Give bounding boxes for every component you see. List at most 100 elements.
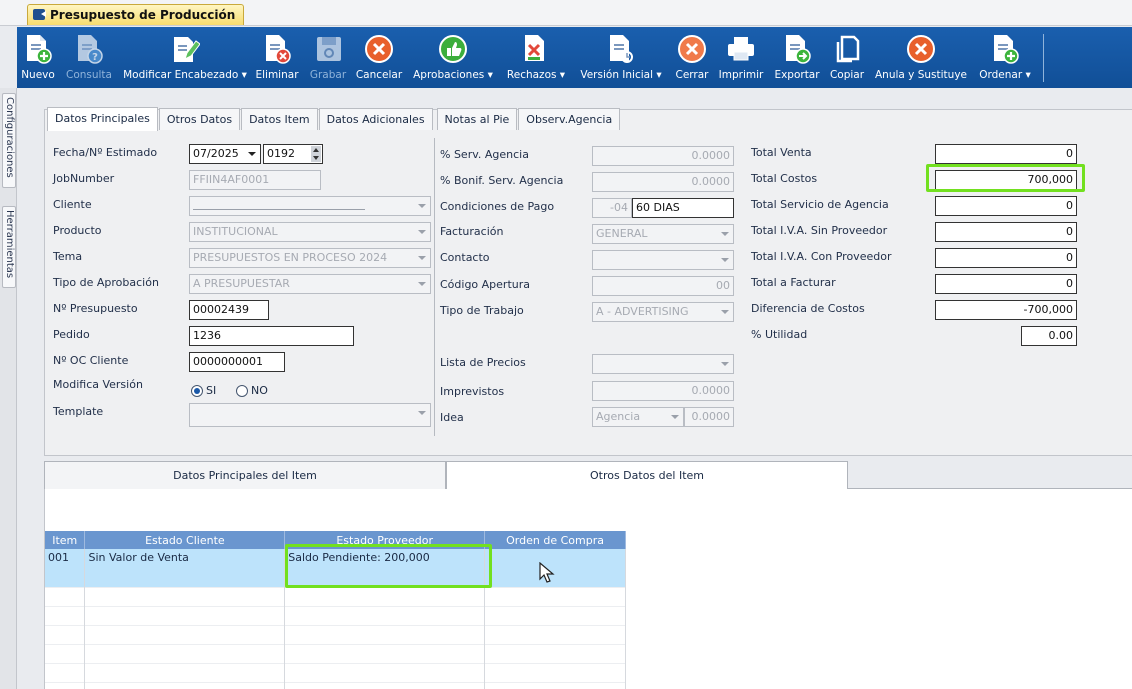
contacto-select[interactable] [592, 250, 734, 270]
bonif-field[interactable]: 0.0000 [592, 172, 734, 192]
radio-no[interactable]: NO [236, 384, 268, 397]
presupuesto-field[interactable]: 00002439 [189, 300, 269, 320]
condiciones-code-field[interactable]: -04 [592, 198, 632, 218]
anula-sustituye-button[interactable]: Anula y Sustituye [869, 27, 973, 88]
table-row-empty [45, 643, 626, 663]
grabar-button[interactable]: Grabar [303, 27, 353, 88]
facturacion-select[interactable]: GENERAL [592, 224, 734, 244]
thumbs-up-icon [435, 32, 471, 66]
version-inicial-label: Versión Inicial ▾ [580, 69, 662, 81]
grid-header-item[interactable]: Item [45, 531, 86, 549]
producto-select[interactable]: INSTITUCIONAL [189, 222, 431, 242]
total-venta-field[interactable]: 0 [935, 144, 1077, 164]
doc-version-icon [603, 32, 639, 66]
rechazos-label: Rechazos ▾ [506, 69, 566, 81]
grid-header-estado-cliente[interactable]: Estado Cliente [84, 531, 286, 549]
chevron-down-icon [416, 225, 428, 239]
copiar-button[interactable]: Copiar [825, 27, 869, 88]
tab-otros-datos[interactable]: Otros Datos [158, 108, 241, 130]
toolbar: Nuevo ? Consulta Modificar Encabezado ▾ … [17, 27, 1132, 88]
idea-select[interactable]: Agencia [592, 407, 684, 427]
exportar-button[interactable]: Exportar [769, 27, 825, 88]
chevron-down-icon [669, 410, 681, 424]
eliminar-button[interactable]: Eliminar [251, 27, 303, 88]
presupuesto-label: Nº Presupuesto [53, 302, 138, 315]
total-costos-highlight [926, 164, 1085, 192]
iva-con-proveedor-field[interactable]: 0 [935, 248, 1077, 268]
table-row-empty [45, 681, 626, 689]
doc-plus-icon [20, 32, 56, 66]
estimado-value: 0192 [267, 147, 295, 160]
imprimir-button[interactable]: Imprimir [713, 27, 769, 88]
iva-sin-proveedor-field[interactable]: 0 [935, 222, 1077, 242]
imprevistos-field[interactable]: 0.0000 [592, 381, 734, 401]
total-servicio-field[interactable]: 0 [935, 196, 1077, 216]
lista-precios-select[interactable] [592, 354, 734, 374]
rechazos-button[interactable]: Rechazos ▾ [501, 27, 571, 88]
chevron-down-icon [416, 277, 428, 291]
cliente-select[interactable] [189, 196, 431, 216]
cancelar-button[interactable]: Cancelar [353, 27, 405, 88]
svg-text:?: ? [92, 52, 98, 63]
radio-no-label: NO [251, 384, 268, 397]
copiar-label: Copiar [829, 69, 865, 81]
chevron-down-icon [416, 251, 428, 265]
total-servicio-label: Total Servicio de Agencia [751, 198, 889, 211]
template-select[interactable] [189, 403, 431, 427]
tema-select[interactable]: PRESUPUESTOS EN PROCESO 2024 [189, 248, 431, 268]
ordenar-button[interactable]: Ordenar ▾ [973, 27, 1037, 88]
total-facturar-field[interactable]: 0 [935, 274, 1077, 294]
radio-empty-icon [236, 384, 248, 397]
template-label: Template [53, 405, 104, 418]
idea-number-field[interactable]: 0.0000 [684, 407, 734, 427]
pedido-field[interactable]: 1236 [189, 326, 354, 346]
tab-notas-al-pie[interactable]: Notas al Pie [436, 108, 518, 130]
codigo-apertura-field[interactable]: 00 [592, 276, 734, 296]
side-tab-configuraciones[interactable]: Configuraciones [2, 93, 16, 188]
oc-cliente-field[interactable]: 0000000001 [189, 352, 285, 372]
anula-sustituye-label: Anula y Sustituye [874, 69, 967, 81]
imprevistos-label: Imprevistos [440, 385, 505, 398]
total-facturar-label: Total a Facturar [751, 276, 836, 289]
serv-agencia-field[interactable]: 0.0000 [592, 146, 734, 166]
tipo-aprobacion-select[interactable]: A PRESUPUESTAR [189, 274, 431, 294]
estimado-stepper[interactable]: 0192 [263, 144, 323, 164]
tab-datos-principales-item[interactable]: Datos Principales del Item [44, 461, 446, 489]
diferencia-costos-field[interactable]: -700,000 [935, 300, 1077, 320]
tab-datos-item[interactable]: Datos Item [241, 108, 318, 130]
condiciones-label: Condiciones de Pago [440, 200, 555, 213]
utilidad-field[interactable]: 0.00 [1021, 326, 1077, 346]
window-icon [33, 9, 46, 20]
exportar-label: Exportar [774, 69, 820, 81]
window-title-tab[interactable]: Presupuesto de Producción [27, 4, 245, 25]
tab-otros-datos-item[interactable]: Otros Datos del Item [446, 461, 848, 489]
tema-value: PRESUPUESTOS EN PROCESO 2024 [193, 251, 388, 264]
consulta-button[interactable]: ? Consulta [59, 27, 119, 88]
diferencia-costos-label: Diferencia de Costos [751, 302, 865, 315]
cerrar-button[interactable]: Cerrar [671, 27, 713, 88]
cell-orden-compra [484, 549, 626, 587]
condiciones-field[interactable]: 60 DIAS [632, 198, 734, 218]
producto-value: INSTITUCIONAL [193, 225, 278, 238]
modificar-encabezado-button[interactable]: Modificar Encabezado ▾ [119, 27, 251, 88]
total-costos-label: Total Costos [751, 172, 818, 185]
side-tab-herramientas[interactable]: Herramientas [2, 206, 16, 288]
table-row-empty [45, 586, 626, 606]
bonif-label: % Bonif. Serv. Agencia [440, 174, 564, 187]
grid-header-orden-compra[interactable]: Orden de Compra [484, 531, 626, 549]
tab-datos-principales[interactable]: Datos Principales [47, 107, 158, 131]
fecha-select[interactable]: 07/2025 [189, 144, 261, 164]
cliente-underline [193, 209, 365, 210]
fecha-value: 07/2025 [193, 147, 239, 160]
tab-observ-agencia[interactable]: Observ.Agencia [518, 108, 621, 130]
version-inicial-button[interactable]: Versión Inicial ▾ [571, 27, 671, 88]
nuevo-button[interactable]: Nuevo [17, 27, 59, 88]
aprobaciones-button[interactable]: Aprobaciones ▾ [405, 27, 501, 88]
tipo-trabajo-select[interactable]: A - ADVERTISING [592, 302, 734, 322]
spin-arrows-icon[interactable] [311, 146, 321, 162]
radio-si[interactable]: SI [191, 384, 216, 397]
codigo-apertura-label: Código Apertura [440, 278, 531, 291]
chevron-down-icon [719, 305, 731, 319]
jobnumber-field[interactable]: FFIIN4AF0001 [189, 170, 321, 190]
tab-datos-adicionales[interactable]: Datos Adicionales [318, 108, 433, 130]
